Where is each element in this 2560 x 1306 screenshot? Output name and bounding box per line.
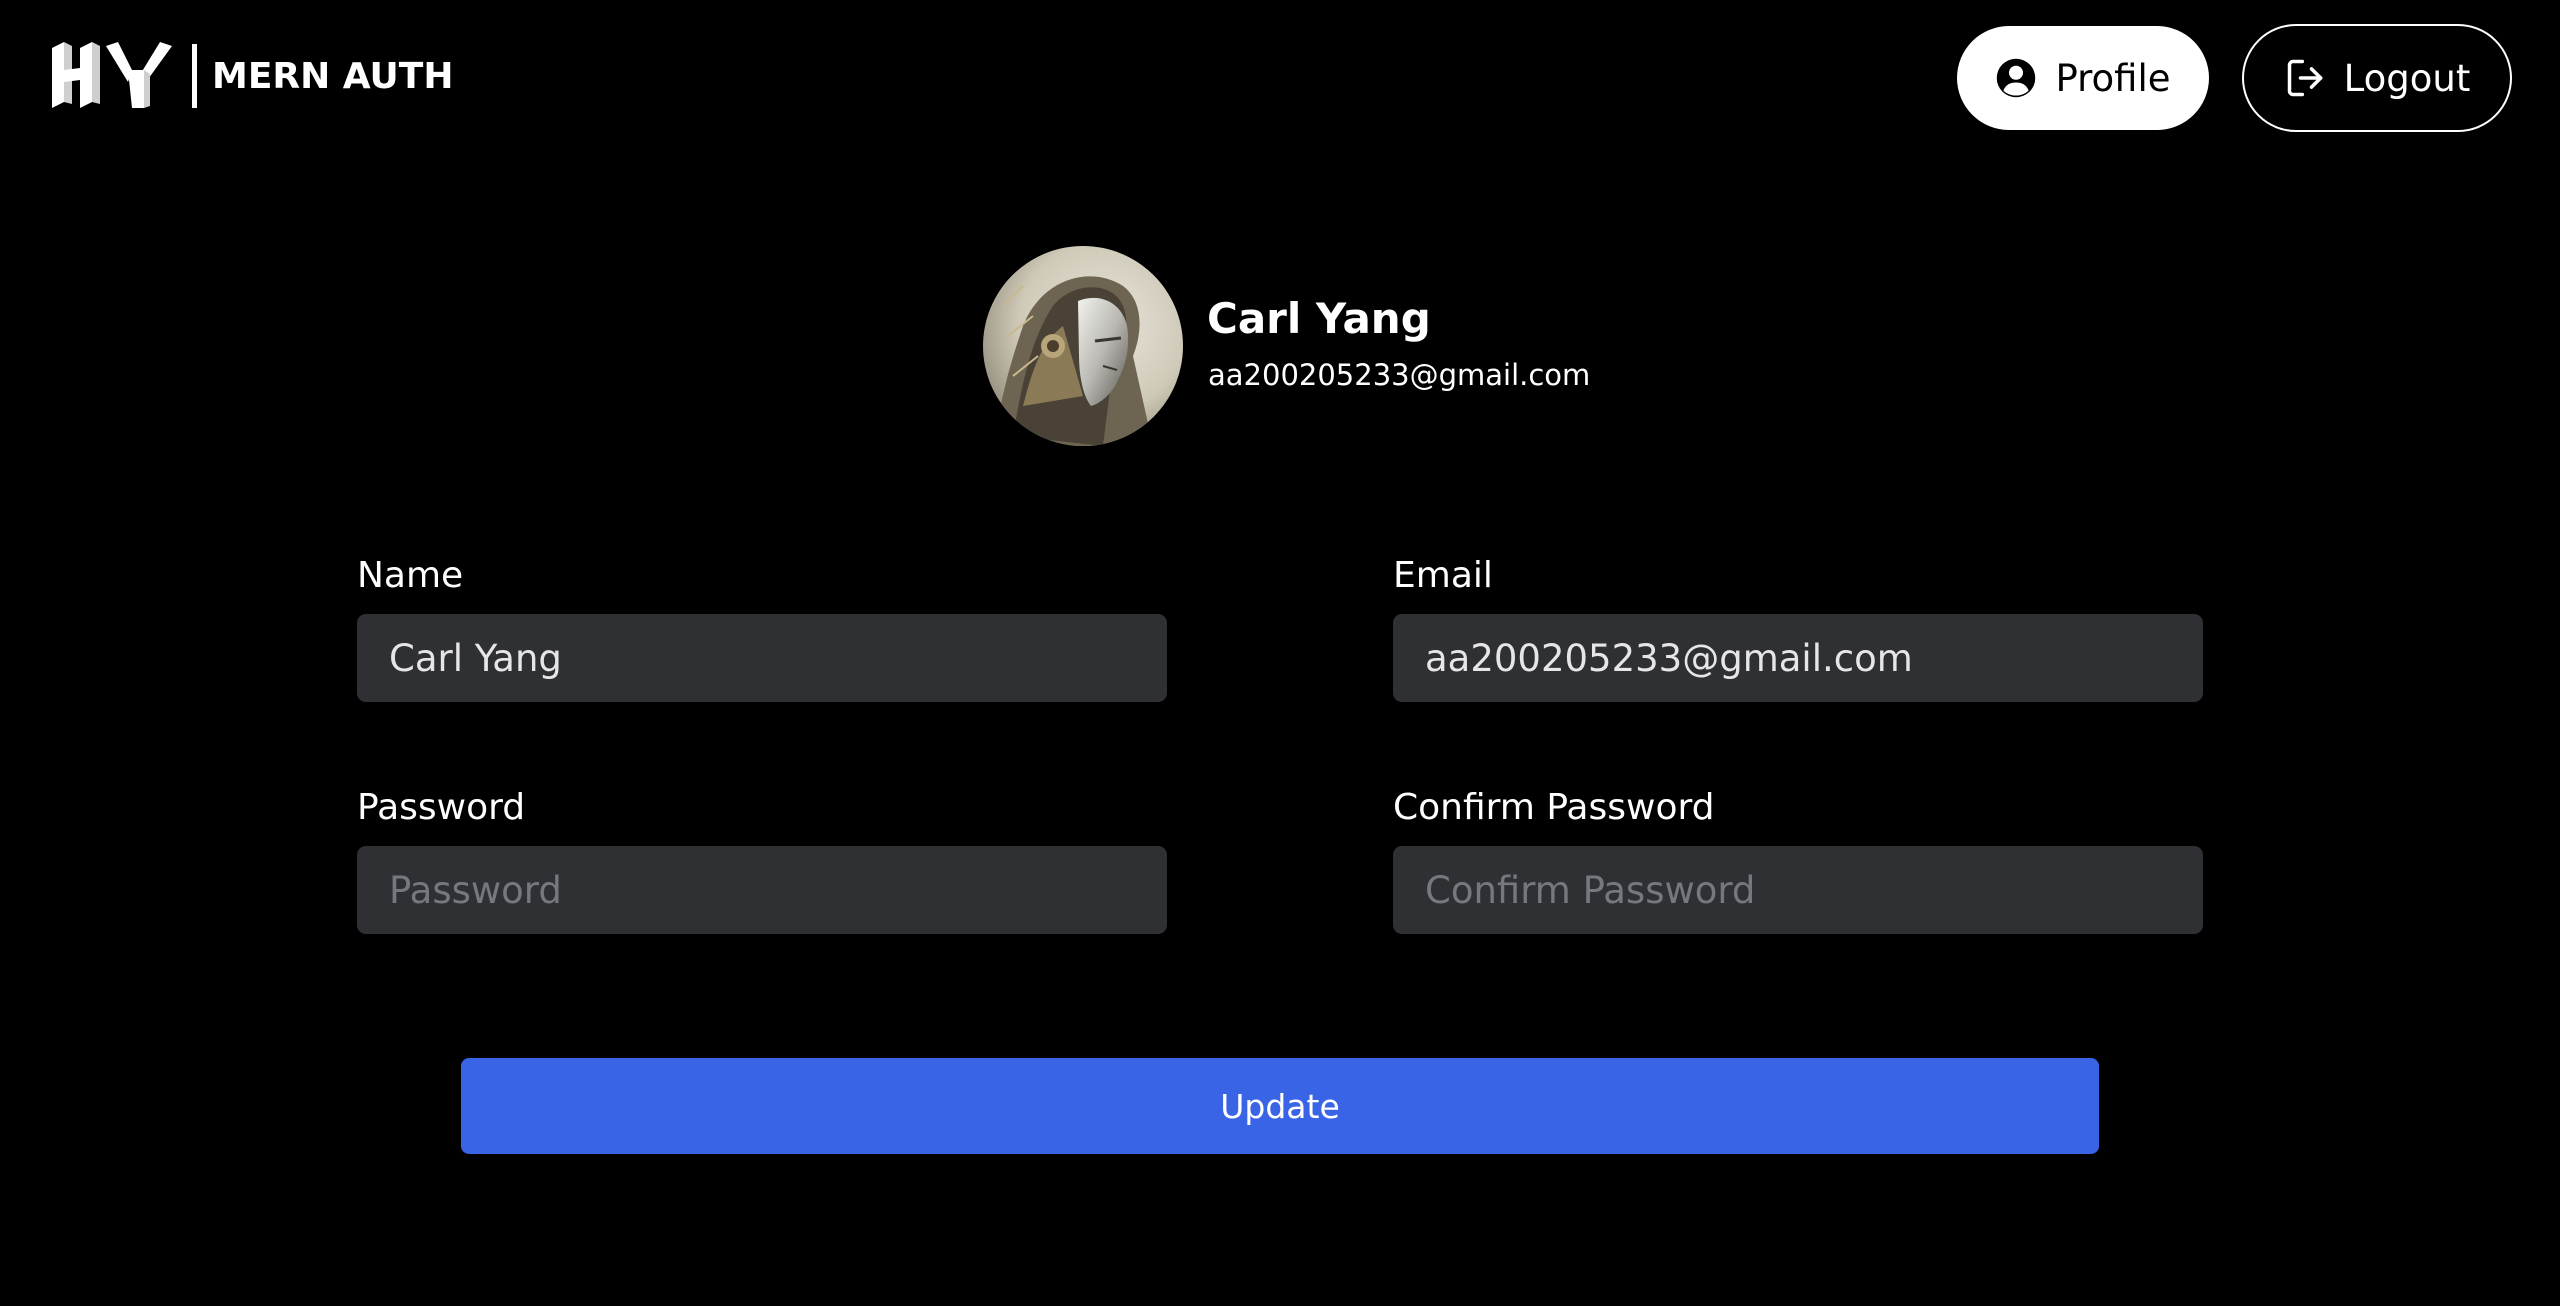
brand-divider: [192, 44, 197, 108]
top-nav: MERN AUTH Profile Logout: [0, 0, 2560, 160]
email-field[interactable]: [1393, 614, 2203, 702]
user-circle-icon: [1997, 58, 2036, 98]
confirm-password-label: Confirm Password: [1393, 787, 1715, 828]
name-label: Name: [357, 555, 464, 596]
password-label: Password: [357, 787, 526, 828]
brand-title: MERN AUTH: [212, 55, 454, 97]
avatar: [983, 246, 1183, 446]
profile-name: Carl Yang: [1207, 294, 1431, 343]
brand[interactable]: MERN AUTH: [50, 40, 453, 112]
update-button[interactable]: Update: [461, 1058, 2099, 1154]
profile-button[interactable]: Profile: [1957, 26, 2209, 130]
profile-button-label: Profile: [2055, 56, 2171, 100]
logout-button-label: Logout: [2343, 56, 2471, 100]
logo-icon: [52, 42, 172, 108]
name-field[interactable]: [357, 614, 1167, 702]
robot-portrait-avatar: [983, 246, 1183, 446]
confirm-password-field[interactable]: [1393, 846, 2203, 934]
logout-button[interactable]: Logout: [2242, 24, 2512, 132]
profile-email: aa200205233@gmail.com: [1208, 358, 1591, 392]
password-field[interactable]: [357, 846, 1167, 934]
logout-icon: [2287, 59, 2323, 97]
email-label: Email: [1393, 555, 1493, 596]
profile-page: MERN AUTH Profile Logout Carl Yang aa200…: [0, 0, 2560, 1306]
